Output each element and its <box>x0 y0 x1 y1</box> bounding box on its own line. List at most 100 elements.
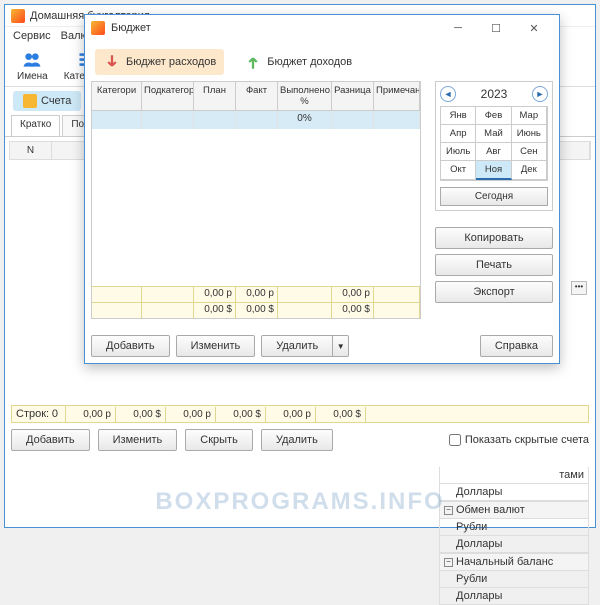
month-nov[interactable]: Ноя <box>476 161 511 180</box>
sum-diff-d: 0,00 $ <box>332 303 374 318</box>
main-summary-row: Строк: 0 0,00 p 0,00 $ 0,00 p 0,00 $ 0,0… <box>11 405 589 423</box>
tb-users[interactable]: Имена <box>13 48 52 84</box>
col-n[interactable]: N <box>10 142 52 159</box>
month-sep[interactable]: Сен <box>512 143 547 161</box>
tree-dollars3[interactable]: Доллары <box>439 588 589 605</box>
tb-users-label: Имена <box>17 71 48 82</box>
tree-dollars2[interactable]: Доллары <box>439 536 589 553</box>
export-button[interactable]: Экспорт <box>435 281 553 303</box>
dialog-body: Бюджет расходов Бюджет доходов Категори … <box>85 41 559 363</box>
subtool-accounts[interactable]: Счета <box>13 91 81 111</box>
sum-label: Строк: <box>16 408 49 420</box>
prev-year-button[interactable]: ◄ <box>440 86 456 102</box>
dlg-delete-split-button[interactable]: Удалить ▼ <box>261 335 349 357</box>
close-button[interactable]: ✕ <box>515 18 553 38</box>
tree-rub[interactable]: Рубли <box>439 519 589 536</box>
month-dec[interactable]: Дек <box>512 161 547 180</box>
wallet-icon <box>23 94 37 108</box>
month-jun[interactable]: Июнь <box>512 125 547 143</box>
main-edit-button[interactable]: Изменить <box>98 429 178 451</box>
month-aug[interactable]: Авг <box>476 143 511 161</box>
app-icon <box>11 9 25 23</box>
main-delete-button[interactable]: Удалить <box>261 429 333 451</box>
sum-c5: 0,00 p <box>266 407 316 422</box>
month-jul[interactable]: Июль <box>441 143 476 161</box>
tree-exchange-header[interactable]: −Обмен валют <box>439 501 589 519</box>
sum-plan-p: 0,00 p <box>194 287 236 302</box>
show-hidden-input[interactable] <box>449 434 461 446</box>
col-diff[interactable]: Разница <box>332 82 374 110</box>
calendar: ◄ 2023 ► Янв Фев Мар Апр Май Июнь Июль А… <box>435 81 553 211</box>
main-add-button[interactable]: Добавить <box>11 429 90 451</box>
tab-income-label: Бюджет доходов <box>267 56 352 68</box>
sum-c4: 0,00 $ <box>216 407 266 422</box>
tree-exchange-label: Обмен валют <box>456 504 525 516</box>
next-year-button[interactable]: ► <box>532 86 548 102</box>
month-feb[interactable]: Фев <box>476 107 511 125</box>
dialog-title: Бюджет <box>111 22 151 34</box>
col-done[interactable]: Выполнено, % <box>278 82 332 110</box>
tab-expenses-label: Бюджет расходов <box>126 56 216 68</box>
arrow-down-icon <box>103 53 121 71</box>
dialog-icon <box>91 21 105 35</box>
tree-init-label: Начальный баланс <box>456 556 553 568</box>
tree-rub2[interactable]: Рубли <box>439 571 589 588</box>
collapse-icon[interactable]: − <box>444 506 453 515</box>
month-apr[interactable]: Апр <box>441 125 476 143</box>
tab-expenses[interactable]: Бюджет расходов <box>95 49 224 75</box>
menu-service[interactable]: Сервис <box>13 30 51 42</box>
month-may[interactable]: Май <box>476 125 511 143</box>
today-button[interactable]: Сегодня <box>440 187 548 206</box>
subtool-accounts-label: Счета <box>41 95 71 107</box>
maximize-button[interactable]: ☐ <box>477 18 515 38</box>
columns-config-button[interactable]: ••• <box>571 281 587 295</box>
budget-grid: Категори Подкатегор План Факт Выполнено,… <box>91 81 421 319</box>
copy-button[interactable]: Копировать <box>435 227 553 249</box>
col-category[interactable]: Категори <box>92 82 142 110</box>
month-jan[interactable]: Янв <box>441 107 476 125</box>
dialog-titlebar[interactable]: Бюджет ─ ☐ ✕ <box>85 15 559 41</box>
dialog-bottom-buttons: Добавить Изменить Удалить ▼ Справка <box>91 335 553 357</box>
dlg-add-button[interactable]: Добавить <box>91 335 170 357</box>
col-fact[interactable]: Факт <box>236 82 278 110</box>
sum-c6: 0,00 $ <box>316 407 366 422</box>
collapse-icon[interactable]: − <box>444 558 453 567</box>
month-grid: Янв Фев Мар Апр Май Июнь Июль Авг Сен Ок… <box>440 106 548 181</box>
arrow-up-icon <box>244 53 262 71</box>
budget-dialog: Бюджет ─ ☐ ✕ Бюджет расходов Бюджет дохо… <box>84 14 560 364</box>
month-mar[interactable]: Мар <box>512 107 547 125</box>
sum-count: 0 <box>52 408 58 420</box>
tree-init-header[interactable]: −Начальный баланс <box>439 553 589 571</box>
dlg-help-button[interactable]: Справка <box>480 335 553 357</box>
dialog-side-buttons: Копировать Печать Экспорт <box>435 227 553 303</box>
sum-fact-p: 0,00 p <box>236 287 278 302</box>
tree-tami[interactable]: тами <box>439 467 589 484</box>
sum-c1: 0,00 p <box>66 407 116 422</box>
minimize-button[interactable]: ─ <box>439 18 477 38</box>
col-subcategory[interactable]: Подкатегор <box>142 82 194 110</box>
tab-income[interactable]: Бюджет доходов <box>236 49 360 75</box>
show-hidden-checkbox[interactable]: Показать скрытые счета <box>449 434 589 446</box>
sum-plan-d: 0,00 $ <box>194 303 236 318</box>
dlg-delete-button[interactable]: Удалить <box>261 335 333 357</box>
side-tree: тами Доллары −Обмен валют Рубли Доллары … <box>439 467 589 605</box>
dlg-edit-button[interactable]: Изменить <box>176 335 256 357</box>
tab-short[interactable]: Кратко <box>11 115 60 136</box>
cell-done-pct: 0% <box>278 111 332 129</box>
budget-row[interactable]: 0% <box>92 111 420 129</box>
budget-summary: 0,00 p 0,00 p 0,00 p 0,00 $ 0,00 $ 0,00 … <box>92 286 420 318</box>
tree-dollars[interactable]: Доллары <box>439 484 589 501</box>
show-hidden-label: Показать скрытые счета <box>465 434 589 446</box>
col-plan[interactable]: План <box>194 82 236 110</box>
sum-fact-d: 0,00 $ <box>236 303 278 318</box>
print-button[interactable]: Печать <box>435 254 553 276</box>
calendar-header: ◄ 2023 ► <box>440 86 548 102</box>
month-oct[interactable]: Окт <box>441 161 476 180</box>
main-hide-button[interactable]: Скрыть <box>185 429 253 451</box>
sum-diff-p: 0,00 p <box>332 287 374 302</box>
sum-c2: 0,00 $ <box>116 407 166 422</box>
col-note[interactable]: Примечани <box>374 82 420 110</box>
chevron-down-icon[interactable]: ▼ <box>333 335 349 357</box>
budget-grid-header: Категори Подкатегор План Факт Выполнено,… <box>92 82 420 111</box>
budget-tabs: Бюджет расходов Бюджет доходов <box>91 47 553 77</box>
